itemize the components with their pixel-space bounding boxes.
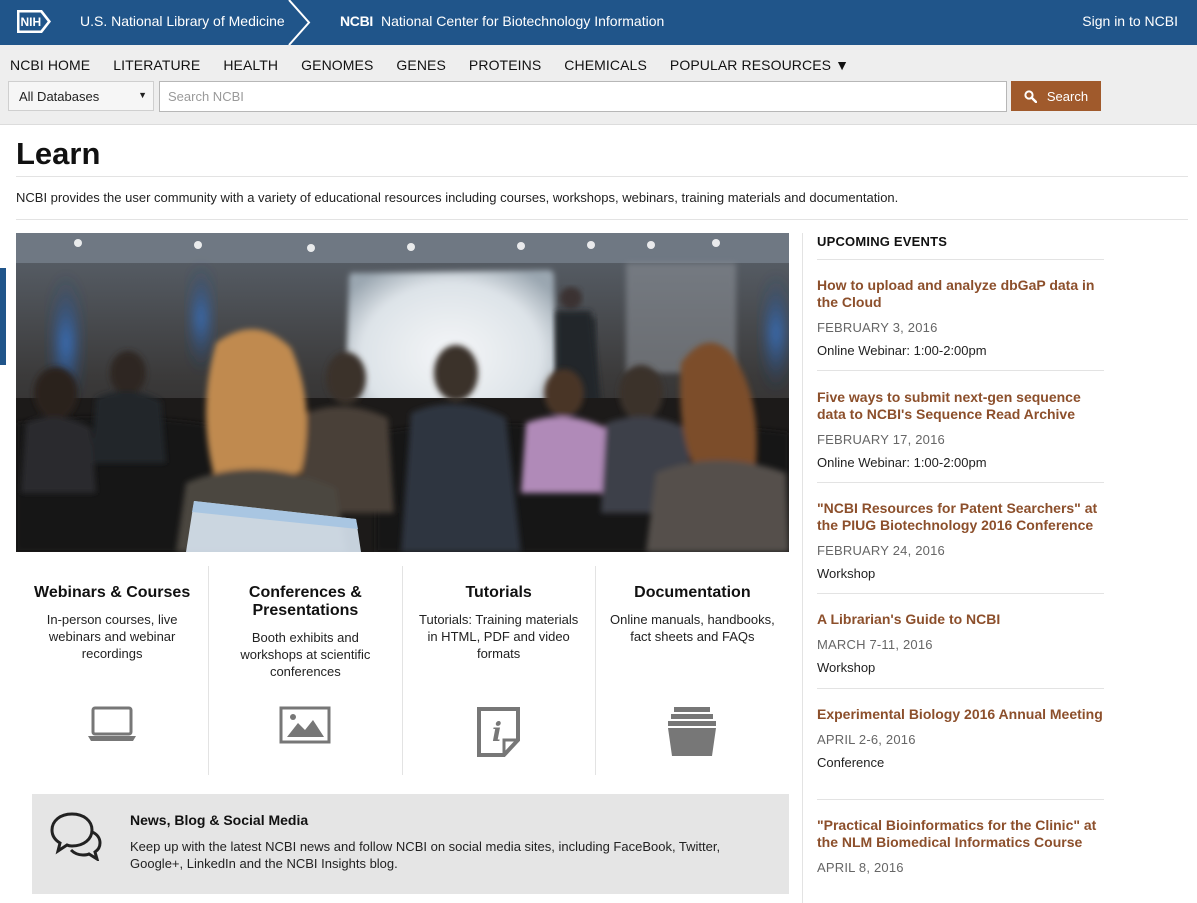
divider	[817, 688, 1104, 689]
info-document-icon[interactable]: i	[476, 706, 522, 758]
feature-title[interactable]: Conferences & Presentations	[209, 584, 401, 620]
nih-header-bar: NIH U.S. National Library of Medicine NC…	[0, 0, 1197, 45]
divider	[16, 219, 1188, 220]
event-title-link[interactable]: "Practical Bioinformatics for the Clinic…	[817, 817, 1104, 851]
database-select[interactable]: All Databases ▼	[8, 81, 154, 111]
event-date: FEBRUARY 24, 2016	[817, 543, 945, 558]
nav-item-literature[interactable]: LITERATURE	[113, 57, 200, 73]
event-type: Workshop	[817, 660, 876, 675]
event-date: FEBRUARY 3, 2016	[817, 320, 938, 335]
event-item: Five ways to submit next-gen sequence da…	[817, 389, 1104, 470]
event-item: How to upload and analyze dbGaP data in …	[817, 277, 1104, 358]
divider	[817, 259, 1104, 260]
news-description: Keep up with the latest NCBI news and fo…	[130, 839, 721, 871]
nav-item-health[interactable]: HEALTH	[223, 57, 278, 73]
event-title-link[interactable]: Five ways to submit next-gen sequence da…	[817, 389, 1104, 423]
feature-description: In-person courses, live webinars and web…	[46, 612, 178, 661]
nlm-link[interactable]: U.S. National Library of Medicine	[80, 13, 285, 29]
nih-logo-text: NIH	[21, 15, 42, 29]
feedback-tab[interactable]	[0, 268, 6, 365]
event-date: APRIL 2-6, 2016	[817, 732, 916, 747]
search-input[interactable]	[159, 81, 1007, 112]
conference-audience-image	[16, 233, 789, 552]
nav-item-ncbi-home[interactable]: NCBI HOME	[10, 57, 90, 73]
nav-item-popular-resources[interactable]: POPULAR RESOURCES ▼	[670, 57, 849, 73]
event-item: "Practical Bioinformatics for the Clinic…	[817, 817, 1104, 875]
event-title-link[interactable]: A Librarian's Guide to NCBI	[817, 611, 1104, 628]
nav-item-genes[interactable]: GENES	[396, 57, 446, 73]
search-button[interactable]: Search	[1011, 81, 1101, 111]
search-button-label: Search	[1046, 88, 1089, 104]
event-type: Online Webinar: 1:00-2:00pm	[817, 455, 987, 470]
feature-conferences-presentations[interactable]: Conferences & Presentations Booth exhibi…	[209, 566, 403, 775]
divider	[817, 370, 1104, 371]
event-date: APRIL 8, 2016	[817, 860, 904, 875]
event-title-link[interactable]: "NCBI Resources for Patent Searchers" at…	[817, 500, 1104, 534]
ncbi-home-link[interactable]: National Center for Biotechnology Inform…	[381, 13, 664, 29]
feature-documentation[interactable]: Documentation Online manuals, handbooks,…	[596, 566, 789, 775]
event-item: A Librarian's Guide to NCBI MARCH 7-11, …	[817, 611, 1104, 675]
speech-bubbles-icon[interactable]	[50, 811, 102, 861]
feature-description: Tutorials: Training materials in HTML, P…	[419, 612, 579, 661]
page-intro: NCBI provides the user community with a …	[16, 190, 899, 205]
event-date: FEBRUARY 17, 2016	[817, 432, 945, 447]
upcoming-events-heading: UPCOMING EVENTS	[817, 234, 948, 249]
divider	[817, 799, 1104, 800]
nav-item-proteins[interactable]: PROTEINS	[469, 57, 541, 73]
event-item: "NCBI Resources for Patent Searchers" at…	[817, 500, 1104, 581]
feature-title[interactable]: Documentation	[596, 584, 789, 602]
event-title-link[interactable]: How to upload and analyze dbGaP data in …	[817, 277, 1104, 311]
news-blog-social-box: News, Blog & Social Media Keep up with t…	[32, 794, 789, 894]
feature-webinars-courses[interactable]: Webinars & Courses In-person courses, li…	[16, 566, 210, 775]
feature-description: Online manuals, handbooks, fact sheets a…	[609, 612, 775, 644]
sign-in-link[interactable]: Sign in to NCBI	[1082, 13, 1178, 29]
ncbi-logo[interactable]: NCBI	[340, 13, 373, 29]
page-title: Learn	[16, 136, 101, 171]
document-stack-icon[interactable]	[666, 706, 718, 758]
event-type: Workshop	[817, 566, 876, 581]
laptop-icon[interactable]	[86, 706, 138, 742]
database-select-value: All Databases	[19, 89, 100, 104]
hero-photo	[16, 233, 789, 552]
feature-description: Booth exhibits and workshops at scientif…	[240, 630, 371, 679]
divider	[16, 176, 1188, 177]
event-item: Experimental Biology 2016 Annual Meeting…	[817, 706, 1104, 770]
upcoming-events-sidebar: UPCOMING EVENTS How to upload and analyz…	[802, 233, 1104, 903]
feature-title[interactable]: Webinars & Courses	[16, 584, 208, 602]
divider	[817, 482, 1104, 483]
magnifier-icon	[1024, 89, 1037, 103]
event-type: Conference	[817, 755, 885, 770]
nav-search-area: NCBI HOME LITERATURE HEALTH GENOMES GENE…	[0, 45, 1197, 125]
header-divider-chevron	[288, 0, 311, 45]
chevron-down-icon: ▼	[138, 90, 147, 100]
event-type: Online Webinar: 1:00-2:00pm	[817, 343, 987, 358]
divider	[817, 593, 1104, 594]
event-date: MARCH 7-11, 2016	[817, 637, 933, 652]
feature-title[interactable]: Tutorials	[403, 584, 595, 602]
nav-item-chemicals[interactable]: CHEMICALS	[564, 57, 647, 73]
news-title[interactable]: News, Blog & Social Media	[130, 812, 308, 828]
nav-item-genomes[interactable]: GENOMES	[301, 57, 373, 73]
feature-tutorials[interactable]: Tutorials Tutorials: Training materials …	[403, 566, 596, 775]
nih-logo-icon[interactable]: NIH	[16, 9, 52, 34]
event-title-link[interactable]: Experimental Biology 2016 Annual Meeting	[817, 706, 1104, 723]
picture-icon[interactable]	[279, 706, 331, 744]
resource-features: Webinars & Courses In-person courses, li…	[16, 566, 789, 776]
main-nav: NCBI HOME LITERATURE HEALTH GENOMES GENE…	[10, 57, 872, 73]
svg-text:i: i	[492, 718, 502, 748]
